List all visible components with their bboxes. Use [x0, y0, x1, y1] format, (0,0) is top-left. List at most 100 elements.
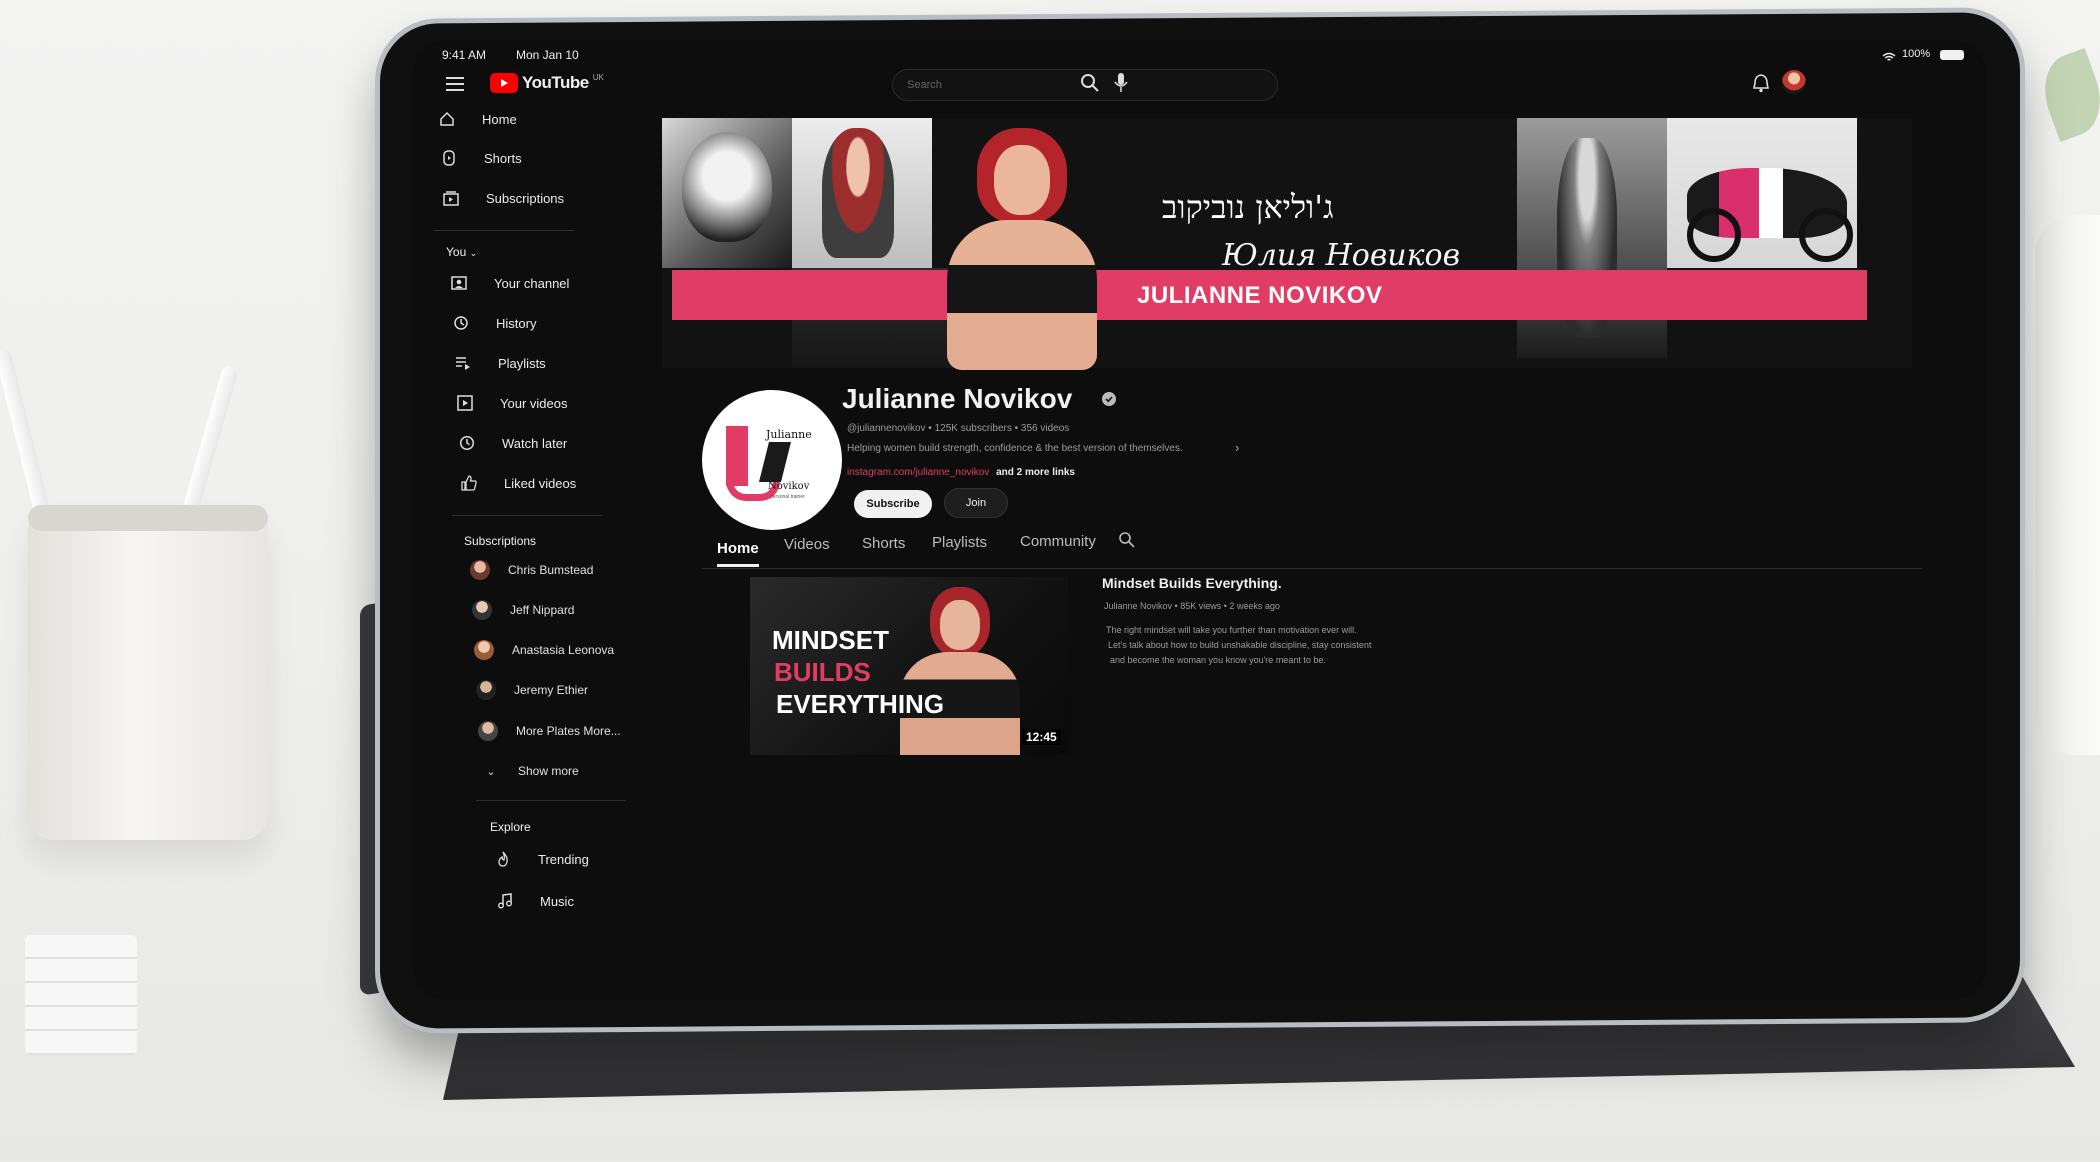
tab-shorts[interactable]: Shorts: [862, 535, 905, 552]
channel-meta: @juliannenovikov • 125K subscribers • 35…: [847, 423, 1070, 434]
channel-avatar[interactable]: Julianne Novikov personal trainer: [702, 390, 842, 530]
featured-video-description-line: and become the woman you know you're mea…: [1110, 655, 1326, 665]
subscription-item[interactable]: Chris Bumstead: [470, 560, 593, 580]
tab-playlists[interactable]: Playlists: [932, 534, 987, 551]
channel-banner: ג'וליאן נוביקוב Юлия Новиков JULIANNE NO…: [662, 118, 1912, 370]
sidebar-item-label: Your channel: [494, 275, 570, 291]
sidebar-item-history[interactable]: History: [452, 314, 536, 332]
sidebar-item-label: History: [496, 315, 537, 331]
menu-icon[interactable]: [446, 76, 466, 97]
status-time: 9:41 AM: [442, 48, 487, 62]
banner-photo-gym: [1517, 118, 1667, 358]
sidebar-item-home[interactable]: Home: [438, 110, 517, 128]
sidebar-item-your-videos[interactable]: Your videos: [456, 394, 567, 412]
sidebar-item-playlists[interactable]: Playlists: [454, 354, 546, 372]
plant-leaf: [2032, 48, 2100, 142]
sidebar-item-label: Watch later: [502, 435, 568, 451]
banner-photo-motorcycle: [1667, 118, 1857, 268]
channel-links[interactable]: instagram.com/julianne_novikov and 2 mor…: [847, 467, 1075, 478]
channel-name: Julianne Novikov: [842, 383, 1073, 414]
sidebar-item-liked-videos[interactable]: Liked videos: [460, 474, 576, 492]
sidebar-item-label: Liked videos: [504, 475, 577, 491]
channel-link[interactable]: instagram.com/julianne_novikov: [847, 467, 989, 478]
sidebar-item-your-channel[interactable]: Your channel: [450, 274, 569, 292]
sidebar-item-label: Music: [540, 893, 574, 909]
featured-video-title[interactable]: Mindset Builds Everything.: [1102, 575, 1282, 591]
show-more-button[interactable]: ⌄ Show more: [482, 762, 578, 780]
clock-icon: [458, 434, 476, 452]
subscription-item[interactable]: Jeremy Ethier: [476, 680, 588, 700]
featured-video-meta: Julianne Novikov • 85K views • 2 weeks a…: [1104, 601, 1280, 611]
chevron-right-icon[interactable]: ›: [1235, 440, 1239, 455]
thumbnail-line-2: BUILDS: [774, 657, 871, 687]
notifications-icon[interactable]: [1752, 73, 1770, 98]
music-icon: [496, 892, 514, 910]
join-button[interactable]: Join: [944, 488, 1008, 518]
channel-search-icon[interactable]: [1118, 531, 1136, 554]
logo-region: UK: [592, 72, 604, 82]
microphone-icon[interactable]: [1114, 72, 1128, 99]
chevron-down-icon: ⌄: [469, 248, 478, 258]
subscription-item[interactable]: More Plates More...: [478, 721, 621, 741]
sidebar-item-label: Shorts: [484, 150, 522, 166]
sidebar-divider: [476, 800, 626, 801]
playlists-icon: [454, 354, 472, 372]
tab-community[interactable]: Community: [1020, 533, 1096, 550]
banner-photo-main: [932, 120, 1112, 370]
wifi-icon: [1882, 49, 1896, 61]
logo-text-top: Julianne: [766, 428, 812, 441]
banner-hebrew-name: ג'וליאן נוביקוב: [1162, 188, 1334, 226]
subscriptions-icon: [442, 189, 460, 207]
sidebar-item-subscriptions[interactable]: Subscriptions: [442, 189, 564, 207]
subscription-item[interactable]: Anastasia Leonova: [474, 640, 614, 660]
featured-video-thumbnail[interactable]: MINDSET BUILDS EVERYTHING 12:45: [750, 577, 1068, 755]
pencil-cup: [28, 505, 268, 840]
tab-home[interactable]: Home: [717, 540, 759, 557]
thumbnail-line-3: EVERYTHING: [776, 689, 945, 719]
trending-icon: [494, 850, 512, 868]
sidebar-item-label: Subscriptions: [486, 190, 565, 206]
youtube-play-icon: [490, 73, 518, 93]
home-icon: [438, 110, 456, 128]
sidebar-item-music[interactable]: Music: [496, 892, 574, 910]
video-duration: 12:45: [1022, 729, 1061, 745]
more-links[interactable]: and 2 more links: [996, 467, 1075, 478]
active-tab-underline: [717, 564, 759, 567]
sidebar-item-watch-later[interactable]: Watch later: [458, 434, 567, 452]
battery-percent: 100%: [1902, 48, 1931, 60]
avatar: [474, 640, 494, 660]
logo-text-bottom: Novikov: [768, 481, 810, 492]
banner-russian-signature: Юлия Новиков: [1222, 238, 1461, 273]
subscribe-button[interactable]: Subscribe: [854, 490, 932, 518]
search-icon[interactable]: [1080, 73, 1100, 98]
sidebar-item-trending[interactable]: Trending: [494, 850, 589, 868]
status-date: Mon Jan 10: [516, 48, 579, 62]
subscription-item[interactable]: Jeff Nippard: [472, 600, 574, 620]
sidebar-item-label: Home: [482, 111, 517, 127]
chevron-down-icon: ⌄: [486, 765, 496, 778]
thumbs-up-icon: [460, 474, 478, 492]
avatar: [470, 560, 490, 580]
explore-header: Explore: [490, 820, 531, 834]
tab-videos[interactable]: Videos: [784, 536, 830, 553]
tablet-screen: 9:41 AM Mon Jan 10 100% YouTube UK Searc…: [412, 40, 1987, 1000]
book-stack: [25, 935, 137, 1055]
banner-photo-portrait: [792, 118, 932, 268]
thumbnail-line-1: MINDSET: [772, 625, 889, 655]
logo-n-mark: [759, 442, 791, 482]
videos-icon: [456, 394, 474, 412]
tabs-divider: [702, 568, 1922, 569]
avatar: [472, 600, 492, 620]
youtube-logo[interactable]: YouTube UK: [490, 73, 604, 93]
thumbnail-person: [900, 582, 1020, 755]
you-section-header[interactable]: You ⌄: [446, 245, 477, 259]
featured-video-description-line: The right mindset will take you further …: [1106, 625, 1357, 635]
subscriptions-header: Subscriptions: [464, 534, 537, 548]
sidebar-divider: [434, 230, 574, 231]
sidebar-item-label: Playlists: [498, 355, 546, 371]
account-avatar[interactable]: [1782, 70, 1806, 94]
battery-icon: [1940, 50, 1964, 60]
channel-description[interactable]: Helping women build strength, confidence…: [847, 443, 1183, 454]
sidebar-item-shorts[interactable]: Shorts: [440, 149, 522, 167]
youtube-logo-text: YouTube: [522, 73, 589, 92]
